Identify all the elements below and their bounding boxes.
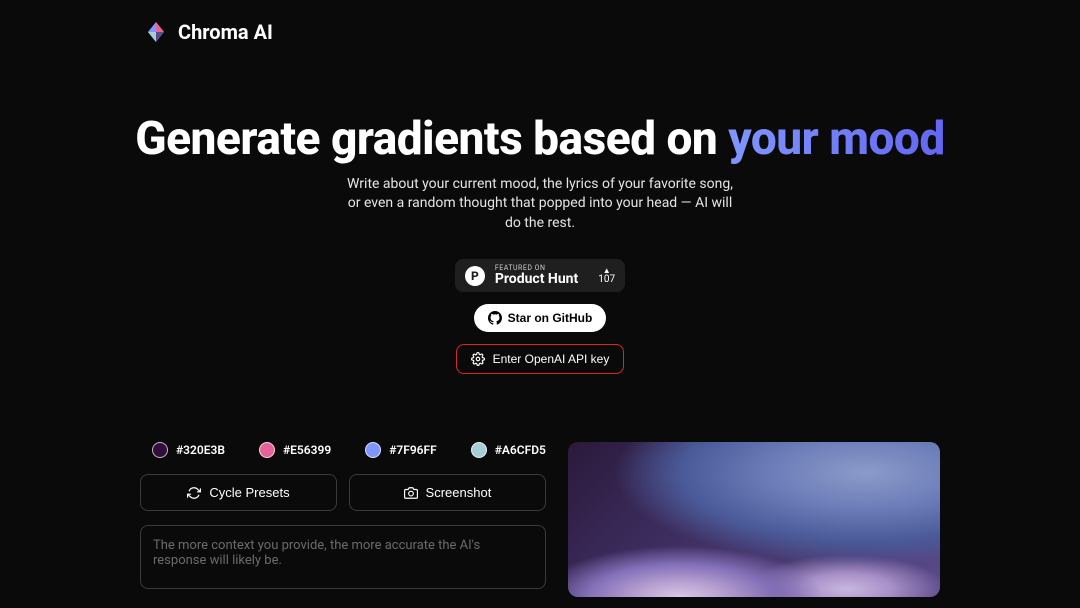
color-row: #320E3B #E56399 #7F96FF #A6CFD5 (140, 442, 546, 458)
hero-subtitle: Write about your current mood, the lyric… (340, 175, 740, 234)
screenshot-button[interactable]: Screenshot (349, 474, 546, 511)
left-panel: #320E3B #E56399 #7F96FF #A6CFD5 Cy (140, 442, 546, 597)
logo-icon (144, 20, 168, 44)
hero-title-prefix: Generate gradients based on (135, 112, 728, 166)
tools-area: #320E3B #E56399 #7F96FF #A6CFD5 Cy (0, 442, 1080, 597)
hero-buttons: P FEATURED ON Product Hunt ▲ 107 Star on… (0, 259, 1080, 374)
color-swatch-4[interactable]: #A6CFD5 (471, 442, 546, 458)
gradient-preview (568, 442, 940, 597)
color-swatch-3[interactable]: #7F96FF (365, 442, 437, 458)
color-circle-icon (152, 442, 168, 458)
color-hex-label: #320E3B (176, 443, 225, 457)
product-hunt-name: Product Hunt (495, 272, 578, 286)
gear-icon (471, 352, 485, 366)
color-hex-label: #7F96FF (389, 443, 437, 457)
action-row: Cycle Presets Screenshot (140, 474, 546, 511)
product-hunt-votes: ▲ 107 (588, 267, 615, 285)
header: Chroma AI (0, 0, 1080, 44)
color-swatch-1[interactable]: #320E3B (152, 442, 225, 458)
screenshot-label: Screenshot (426, 485, 492, 500)
github-button-label: Star on GitHub (508, 311, 593, 325)
color-circle-icon (471, 442, 487, 458)
product-hunt-badge[interactable]: P FEATURED ON Product Hunt ▲ 107 (455, 259, 625, 292)
color-circle-icon (365, 442, 381, 458)
github-icon (488, 311, 502, 325)
cycle-presets-button[interactable]: Cycle Presets (140, 474, 337, 511)
cycle-presets-label: Cycle Presets (209, 485, 289, 500)
hero-section: Generate gradients based on your mood Wr… (0, 114, 1080, 374)
color-hex-label: #A6CFD5 (495, 443, 546, 457)
brand-name: Chroma AI (178, 20, 273, 44)
star-github-button[interactable]: Star on GitHub (474, 304, 607, 332)
product-hunt-text: FEATURED ON Product Hunt (495, 265, 578, 286)
color-circle-icon (259, 442, 275, 458)
refresh-icon (187, 486, 201, 500)
prompt-input[interactable] (140, 525, 546, 589)
color-hex-label: #E56399 (283, 443, 331, 457)
api-key-button-label: Enter OpenAI API key (493, 352, 610, 366)
hero-title: Generate gradients based on your mood (0, 114, 1080, 165)
product-hunt-upvote-count: 107 (598, 275, 615, 285)
color-swatch-2[interactable]: #E56399 (259, 442, 331, 458)
enter-api-key-button[interactable]: Enter OpenAI API key (456, 344, 625, 374)
hero-title-highlight: your mood (728, 112, 945, 166)
camera-icon (404, 486, 418, 500)
product-hunt-icon: P (465, 266, 485, 286)
